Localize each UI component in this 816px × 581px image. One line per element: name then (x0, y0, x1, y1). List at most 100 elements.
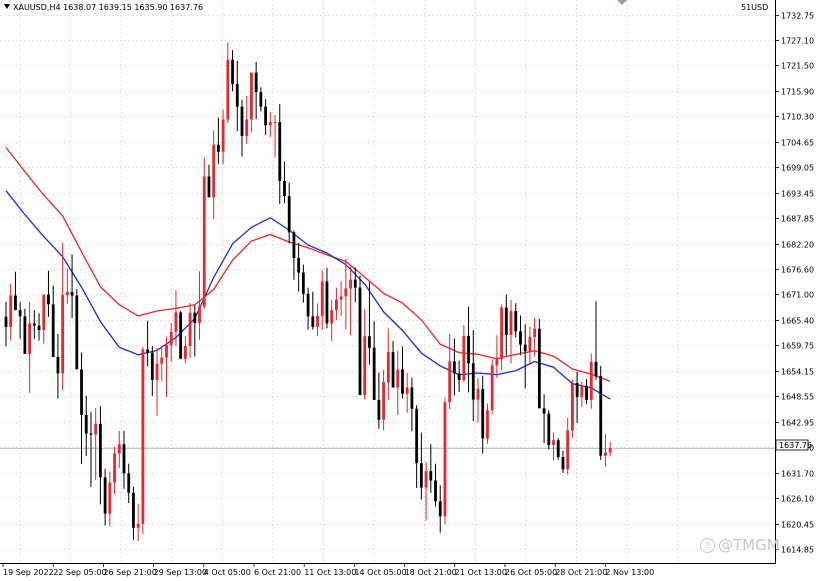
candle (278, 104, 282, 204)
candle-body (14, 295, 17, 311)
candle-body (448, 361, 452, 403)
candle-body (391, 352, 395, 388)
candle (193, 305, 197, 357)
candle (240, 99, 244, 157)
current-price-label: 1637.76 (779, 441, 812, 450)
candle (330, 299, 334, 342)
candle (136, 503, 140, 542)
candle-body (410, 387, 414, 409)
y-tick-label: 1704.65 (781, 139, 814, 148)
symbol-header: XAUUSD,H4 1638.07 1639.15 1635.90 1637.7… (4, 3, 203, 12)
candle-body (32, 323, 36, 326)
candle-body (434, 480, 437, 502)
candle-body (419, 463, 423, 488)
candle-body (405, 387, 409, 394)
ma-slow-line (5, 147, 611, 383)
candle (396, 350, 400, 415)
candle-body (571, 383, 574, 431)
candle (561, 450, 565, 473)
candle-body (424, 471, 428, 488)
grid-lines (0, 0, 776, 563)
candle (537, 318, 541, 409)
candle-body (84, 414, 88, 434)
candle-body (504, 307, 508, 335)
candle-body (127, 473, 131, 493)
candle (476, 378, 480, 423)
candle (486, 403, 489, 444)
candle (56, 334, 60, 399)
candle-body (217, 144, 220, 152)
candle-body (75, 295, 79, 370)
candle-body (561, 456, 565, 470)
candle-body (476, 388, 480, 400)
candle-body (339, 296, 343, 300)
candle (311, 291, 315, 330)
candle-body (221, 119, 225, 152)
candle-body (165, 345, 168, 358)
candle-body (235, 84, 239, 107)
candle (127, 463, 131, 503)
price-axis[interactable]: 1732.75 1727.10 1721.50 1715.90 1710.30 1704.… (776, 12, 814, 555)
candle-body (344, 288, 348, 297)
moving-averages (5, 147, 611, 400)
candle-body (198, 306, 201, 323)
current-price-badge: 1637.76 (775, 439, 812, 451)
candle-body (9, 295, 13, 327)
candle (160, 345, 164, 381)
candle (457, 360, 461, 392)
candle-body (65, 292, 69, 296)
candle-body (155, 363, 159, 381)
candle (377, 372, 381, 429)
candle-body (443, 402, 447, 517)
candle-body (292, 232, 296, 258)
candle (566, 417, 570, 475)
candle (585, 379, 588, 405)
candle (4, 301, 8, 347)
x-tick-label: 22 Sep 05:00 (53, 568, 106, 577)
candle (51, 285, 55, 358)
watermark: ℬ @TMGM (700, 536, 780, 554)
y-tick-label: 1715.90 (781, 88, 814, 97)
candle (297, 242, 301, 292)
candle (202, 157, 206, 310)
candle (391, 341, 395, 388)
candle-body (330, 310, 334, 324)
candle (155, 348, 159, 416)
candle (528, 326, 532, 365)
candle-body (372, 347, 376, 400)
candle (226, 42, 230, 124)
candle-body (51, 304, 55, 358)
symbol-ohlc-text: XAUUSD,H4 1638.07 1639.15 1635.90 1637.7… (13, 3, 204, 12)
candle-body (202, 176, 206, 307)
candle-body (254, 72, 258, 93)
candle-body (99, 423, 102, 478)
candle-body (386, 352, 390, 383)
candle (254, 62, 258, 120)
candle (514, 303, 518, 338)
candle-body (604, 452, 607, 456)
candle-body (268, 122, 272, 126)
candle-body (42, 294, 46, 331)
candle-body (179, 312, 183, 359)
scroll-marker-icon[interactable] (617, 0, 627, 5)
candle (301, 264, 305, 303)
candle-body (283, 180, 286, 197)
candle-body (297, 257, 301, 273)
candle (434, 463, 437, 507)
candle (500, 304, 503, 370)
candle-body (585, 385, 588, 400)
candle-body (415, 408, 419, 464)
candle (438, 485, 442, 533)
candle-body (486, 410, 489, 439)
candle (542, 394, 546, 444)
candle (37, 313, 41, 341)
dropdown-triangle-icon[interactable] (4, 4, 10, 9)
x-tick-label: 11 Oct 13:00 (304, 568, 356, 577)
candle (306, 287, 310, 330)
candle (429, 444, 433, 493)
price-chart[interactable]: 1732.75 1727.10 1721.50 1715.90 1710.30 1704.… (0, 0, 816, 581)
time-axis[interactable]: 19 Sep 2022 22 Sep 05:0026 Sep 21:0029 Se… (2, 563, 654, 577)
y-tick-label: 1732.75 (781, 12, 814, 21)
candle-body (438, 501, 442, 517)
candle (410, 377, 414, 432)
